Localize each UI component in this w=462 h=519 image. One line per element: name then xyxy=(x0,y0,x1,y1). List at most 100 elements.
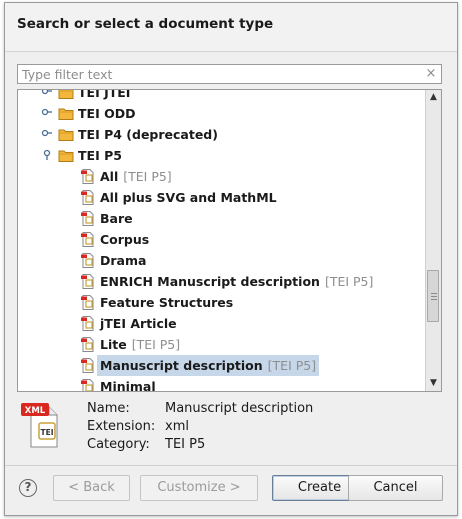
expand-right-icon[interactable] xyxy=(40,107,54,120)
xml-badge-text: XML xyxy=(25,406,46,416)
tree-document-row[interactable]: Bare xyxy=(18,208,426,229)
selection-details: XML TEI Name: Manuscript description Exte… xyxy=(17,401,447,461)
xml-document-icon xyxy=(80,190,96,205)
tree-row-label: TEI P5 xyxy=(78,145,122,166)
tree-document-row[interactable]: Drama xyxy=(18,250,426,271)
category-value: TEI P5 xyxy=(165,437,206,452)
tree-row-label: ENRICH Manuscript description [TEI P5] xyxy=(100,271,373,292)
tree-row-label: Bare xyxy=(100,208,133,229)
tree-document-row[interactable]: All [TEI P5] xyxy=(18,166,426,187)
tree-row-label: Minimal xyxy=(100,376,156,392)
tei-badge-text: TEI xyxy=(40,428,53,437)
xml-document-icon xyxy=(80,274,96,289)
expand-right-icon[interactable] xyxy=(40,90,54,99)
tree-row-text: ENRICH Manuscript description xyxy=(100,274,320,289)
xml-document-icon xyxy=(80,295,96,310)
extension-key: Extension: xyxy=(87,419,156,434)
thumb-grip-line xyxy=(431,293,437,294)
clear-filter-icon[interactable]: × xyxy=(424,66,438,82)
tree-folder-row[interactable]: TEI JTEI xyxy=(18,89,426,103)
dialog-header: Search or select a document type xyxy=(5,3,457,52)
xml-document-icon xyxy=(80,316,96,331)
extension-value: xml xyxy=(165,419,189,434)
footer-separator xyxy=(5,465,457,466)
tree-row-text: TEI P4 (deprecated) xyxy=(78,127,218,142)
type-filter-field[interactable]: × xyxy=(17,64,442,84)
tree-folder-row[interactable]: TEI P4 (deprecated) xyxy=(18,124,426,145)
xml-document-icon xyxy=(80,379,96,391)
tree-document-row[interactable]: Manuscript description [TEI P5] xyxy=(18,355,426,376)
xml-document-icon xyxy=(80,232,96,247)
tree-row-label: All plus SVG and MathML xyxy=(100,187,277,208)
xml-document-icon xyxy=(80,358,96,373)
tree-row-text: TEI JTEI xyxy=(78,89,131,100)
tree-rows: TEI JTEI TEI ODD TEI P4 (deprecated) TEI P5… xyxy=(18,89,426,392)
tree-row-label: Manuscript description [TEI P5] xyxy=(97,355,320,376)
document-type-tree[interactable]: TEI JTEI TEI ODD TEI P4 (deprecated) TEI P5… xyxy=(17,89,442,392)
tree-row-text: Feature Structures xyxy=(100,295,234,310)
name-value: Manuscript description xyxy=(165,401,314,416)
detail-category-row: Category: TEI P5 xyxy=(87,436,205,454)
tree-row-tag: [TEI P5] xyxy=(267,358,317,373)
tree-row-text: Drama xyxy=(100,253,147,268)
tree-folder-row[interactable]: TEI P5 xyxy=(18,145,426,166)
xml-document-icon xyxy=(80,253,96,268)
tree-row-label: TEI JTEI xyxy=(78,89,131,103)
category-key: Category: xyxy=(87,437,150,452)
tree-row-tag: [TEI P5] xyxy=(131,337,181,352)
tree-row-text: Minimal xyxy=(100,379,156,392)
tree-vertical-scrollbar[interactable]: ▲ ▼ xyxy=(425,90,441,391)
xml-document-icon xyxy=(80,337,96,352)
new-document-dialog: Search or select a document type × TEI J… xyxy=(4,2,458,516)
tree-document-row[interactable]: All plus SVG and MathML xyxy=(18,187,426,208)
tree-row-text: Bare xyxy=(100,211,133,226)
tree-row-text: All xyxy=(100,169,119,184)
tree-document-row[interactable]: Feature Structures xyxy=(18,292,426,313)
tei-xml-file-icon: XML TEI xyxy=(21,401,61,449)
tree-row-label: Lite [TEI P5] xyxy=(100,334,180,355)
help-icon[interactable]: ? xyxy=(19,479,37,497)
back-button[interactable]: < Back xyxy=(53,475,130,501)
tree-document-row[interactable]: Minimal xyxy=(18,376,426,392)
folder-icon xyxy=(58,106,74,121)
thumb-grip-line xyxy=(431,296,437,297)
tree-row-label: Corpus xyxy=(100,229,149,250)
folder-icon xyxy=(58,90,74,100)
tree-row-text: Lite xyxy=(100,337,127,352)
expand-down-icon[interactable] xyxy=(40,149,54,164)
tree-row-text: TEI P5 xyxy=(78,148,122,163)
name-key: Name: xyxy=(87,401,130,416)
tree-document-row[interactable]: ENRICH Manuscript description [TEI P5] xyxy=(18,271,426,292)
expand-right-icon[interactable] xyxy=(40,128,54,141)
tree-row-label: TEI P4 (deprecated) xyxy=(78,124,218,145)
tree-folder-row[interactable]: TEI ODD xyxy=(18,103,426,124)
tree-row-label: All [TEI P5] xyxy=(100,166,172,187)
tree-row-text: TEI ODD xyxy=(78,106,136,121)
xml-document-icon xyxy=(80,211,96,226)
tree-row-label: Feature Structures xyxy=(100,292,233,313)
tree-row-text: jTEI Article xyxy=(100,316,177,331)
tree-row-text: All plus SVG and MathML xyxy=(100,190,277,205)
tree-row-text: Corpus xyxy=(100,232,150,247)
thumb-grip-line xyxy=(431,299,437,300)
tree-row-tag: [TEI P5] xyxy=(324,274,374,289)
customize-button[interactable]: Customize > xyxy=(140,475,258,501)
tree-row-label: jTEI Article xyxy=(100,313,177,334)
type-filter-input[interactable] xyxy=(20,66,424,82)
tree-row-tag: [TEI P5] xyxy=(123,169,172,184)
folder-icon xyxy=(58,148,74,163)
scroll-up-arrow-icon[interactable]: ▲ xyxy=(426,90,441,105)
scroll-down-arrow-icon[interactable]: ▼ xyxy=(426,376,441,391)
detail-name-row: Name: Manuscript description xyxy=(87,400,313,418)
tree-document-row[interactable]: Lite [TEI P5] xyxy=(18,334,426,355)
tree-row-label: Drama xyxy=(100,250,146,271)
xml-document-icon xyxy=(80,169,96,184)
scrollbar-thumb[interactable] xyxy=(427,270,439,322)
cancel-button[interactable]: Cancel xyxy=(348,475,443,501)
tree-document-row[interactable]: Corpus xyxy=(18,229,426,250)
tree-row-label: TEI ODD xyxy=(78,103,135,124)
tree-row-text: Manuscript description xyxy=(100,358,263,373)
dialog-title: Search or select a document type xyxy=(17,16,274,32)
folder-icon xyxy=(58,127,74,142)
tree-document-row[interactable]: jTEI Article xyxy=(18,313,426,334)
